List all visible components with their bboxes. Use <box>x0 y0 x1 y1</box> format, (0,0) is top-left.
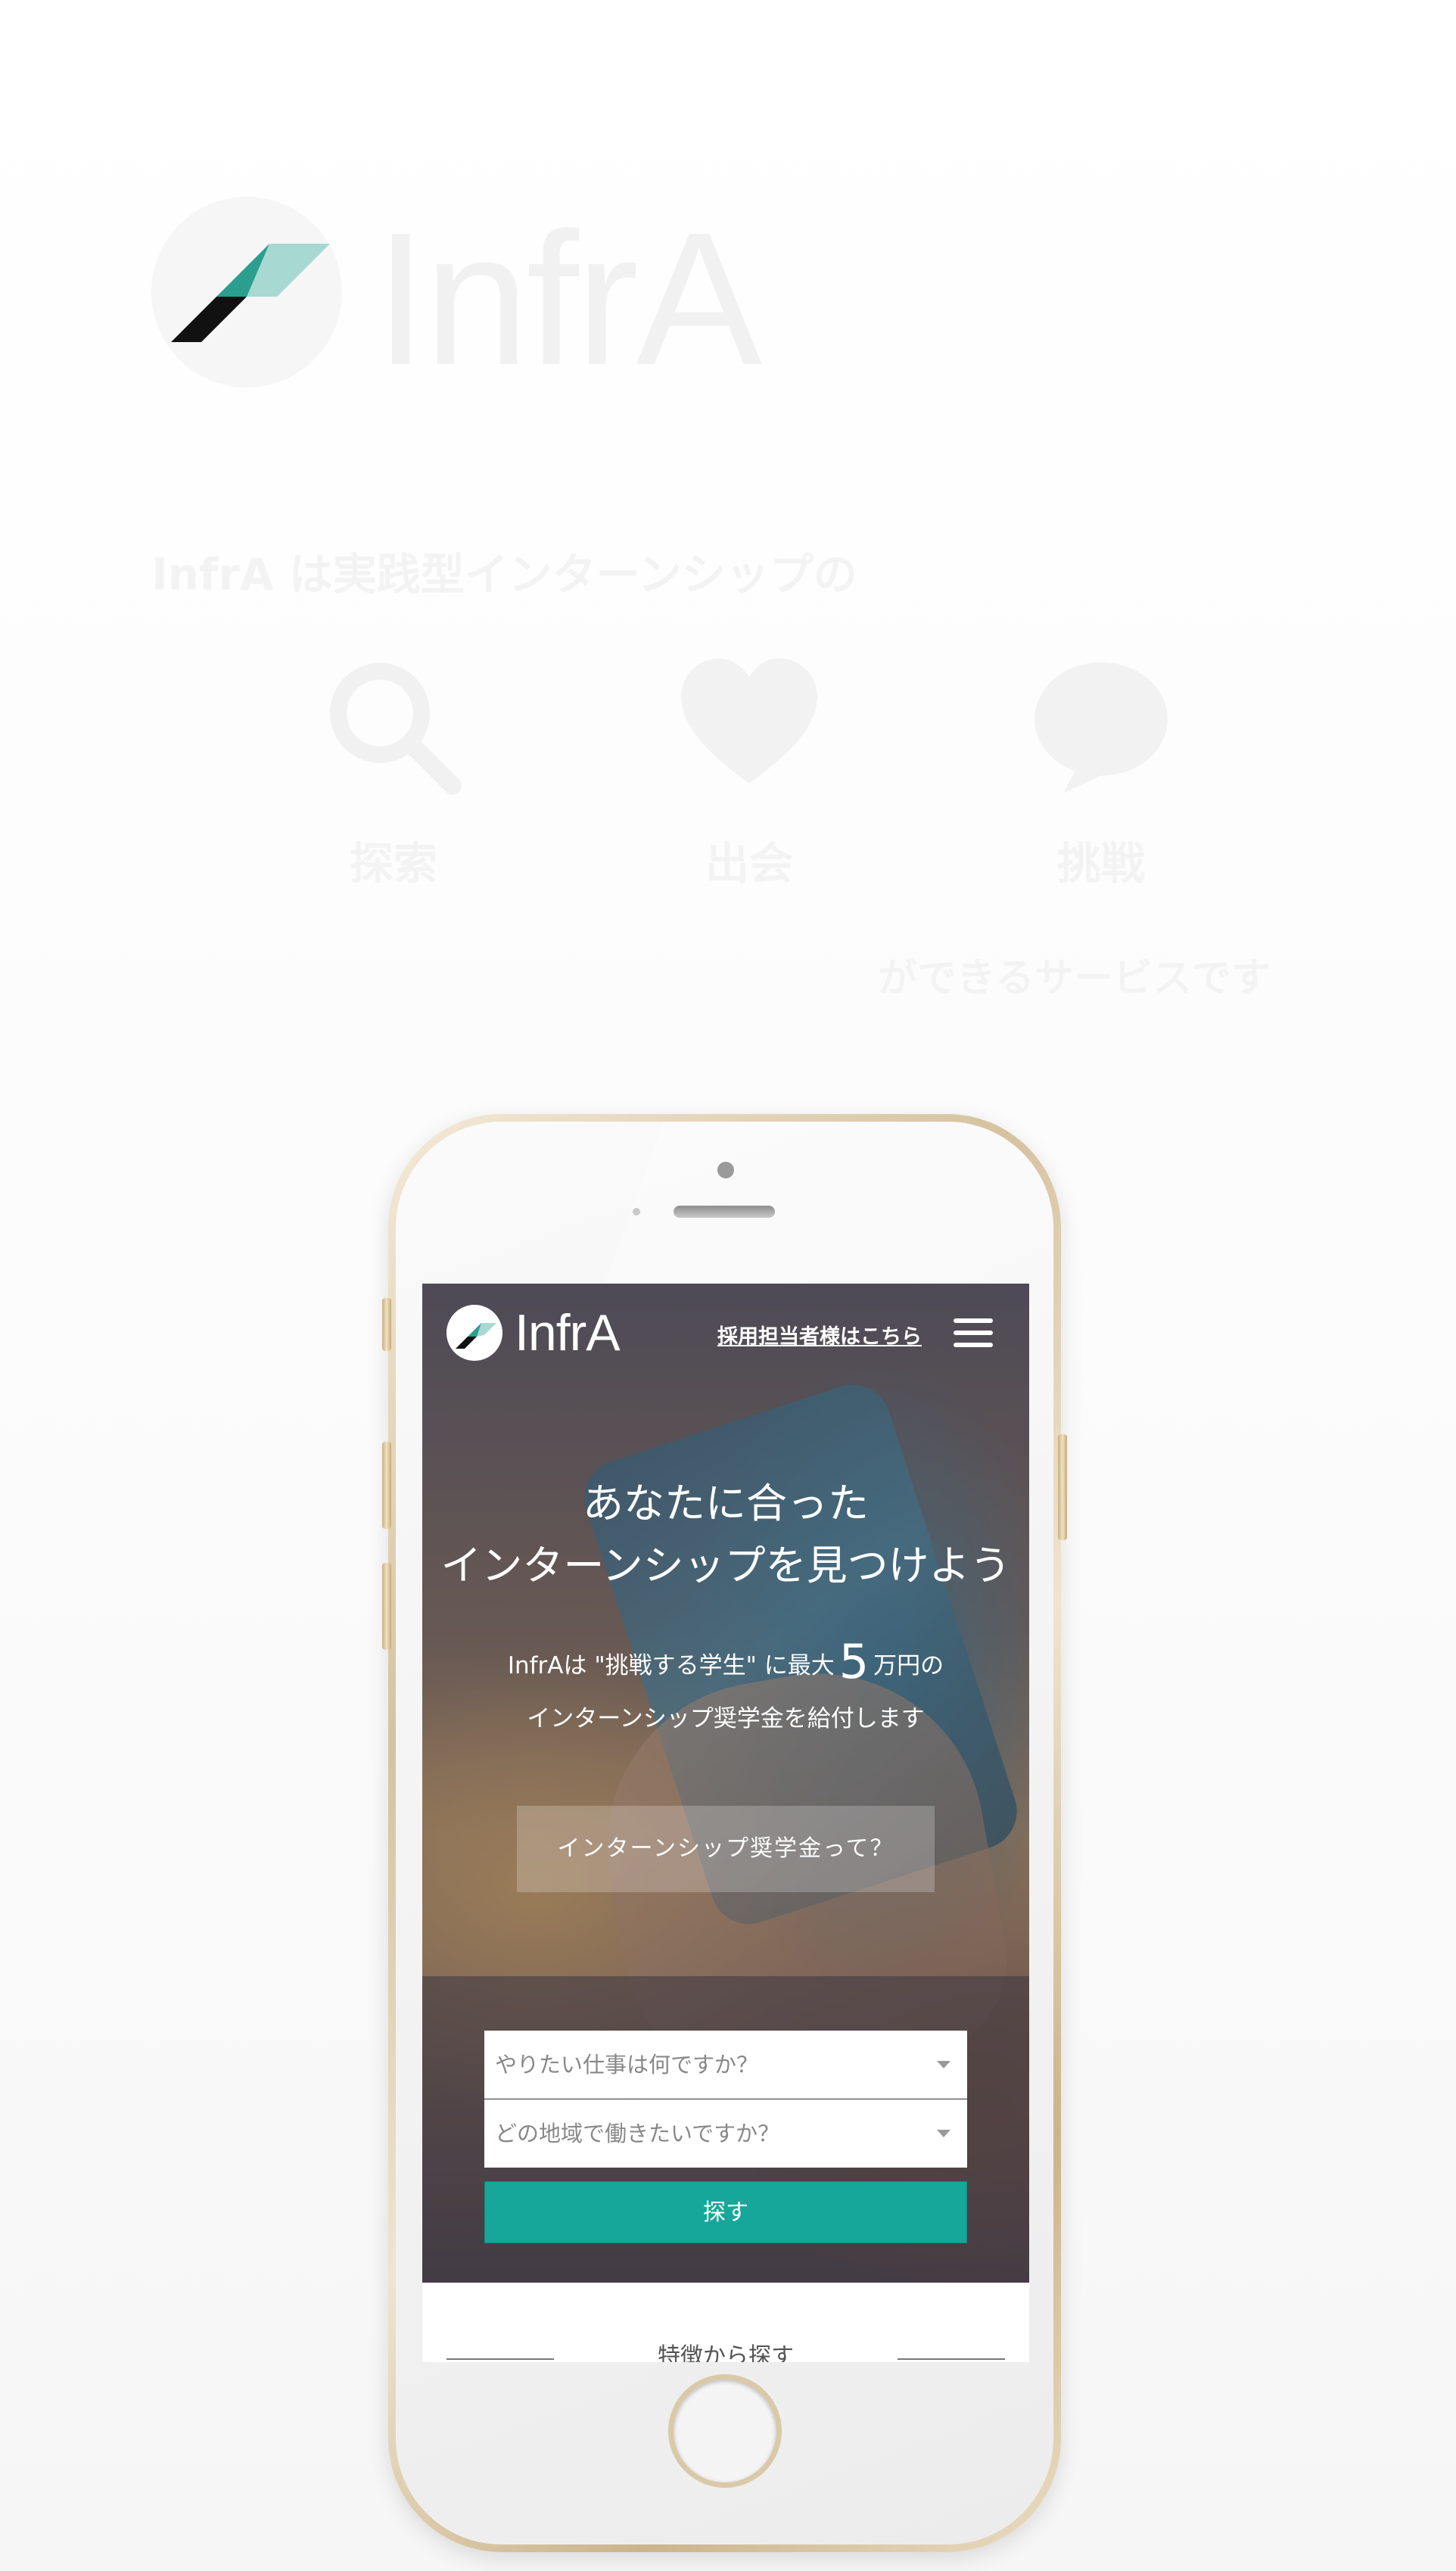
features-section-header: 特徴から探す <box>422 2283 1029 2362</box>
home-button[interactable] <box>668 2374 782 2488</box>
hero-headline: あなたに合った インターンシップを見つけよう <box>422 1473 1029 1597</box>
search-button[interactable]: 探す <box>484 2181 967 2243</box>
scholarship-amount: 5 <box>838 1634 870 1689</box>
site-header: InfrA 採用担当者様はこちら <box>422 1284 1029 1382</box>
background-feature-label: 出会 <box>705 838 793 889</box>
hero-subtext-suffix: 万円の <box>873 1652 944 1679</box>
caret-down-icon <box>937 2130 950 2137</box>
hero-headline-line-1: あなたに合った <box>583 1480 869 1527</box>
area-select-placeholder: どの地域で働きたいですか？ <box>495 2121 780 2146</box>
logo-circle <box>446 1305 502 1361</box>
divider-right <box>898 2358 1005 2360</box>
background-logo: InfrA <box>151 197 832 447</box>
background-feature-bulb: 挑戦 <box>1025 658 1177 892</box>
hero-headline-line-2: インターンシップを見つけよう <box>440 1542 1011 1589</box>
search-icon <box>330 663 462 795</box>
hero-subtext: InfrAは "挑戦する学生" に最大5 万円の インターンシップ奨学金を給付しま… <box>422 1636 1029 1745</box>
hamburger-icon[interactable] <box>954 1318 993 1349</box>
infra-logo-mark-icon <box>456 1323 496 1349</box>
power-button <box>1058 1434 1067 1540</box>
background-closing: ができるサービスです <box>878 956 1271 1001</box>
hero-subtext-line-1: InfrAは "挑戦する学生" に最大5 万円の <box>422 1636 1029 1692</box>
background-feature-heart: 出会 <box>674 658 825 892</box>
infra-logo-mark-icon <box>171 244 330 342</box>
hero-section: InfrA 採用担当者様はこちら あなたに合った インターンシップを見つけよう … <box>422 1284 1029 2283</box>
phone-screen: InfrA 採用担当者様はこちら あなたに合った インターンシップを見つけよう … <box>422 1284 1029 2362</box>
background-feature-label: 挑戦 <box>1056 838 1145 889</box>
recruiter-link[interactable]: 採用担当者様はこちら <box>717 1320 922 1349</box>
background-feature-search: 探索 <box>318 658 469 892</box>
background-tagline: InfrA は実践型インターンシップの <box>151 549 857 600</box>
volume-up-button <box>382 1442 391 1529</box>
logo-wordmark: InfrA <box>515 1304 621 1362</box>
caret-down-icon <box>937 2061 950 2068</box>
background-wordmark: InfrA <box>375 193 762 404</box>
background-feature-label: 探索 <box>349 838 437 889</box>
job-type-select[interactable]: やりたい仕事は何ですか？ <box>484 2031 967 2099</box>
bulb-icon <box>1034 662 1168 793</box>
area-select[interactable]: どの地域で働きたいですか？ <box>484 2099 967 2168</box>
front-camera <box>717 1162 734 1178</box>
hero-subtext-prefix: InfrAは "挑戦する学生" に最大 <box>507 1652 835 1679</box>
proximity-sensor <box>633 1208 640 1215</box>
mute-switch <box>382 1298 391 1351</box>
job-type-select-placeholder: やりたい仕事は何ですか？ <box>495 2052 759 2078</box>
hero-subtext-line-2: インターンシップ奨学金を給付します <box>527 1705 925 1732</box>
heart-icon <box>681 658 817 783</box>
scholarship-info-button[interactable]: インターンシップ奨学金って？ <box>517 1806 935 1892</box>
site-logo[interactable]: InfrA <box>446 1303 621 1363</box>
volume-down-button <box>382 1563 391 1650</box>
earpiece-speaker <box>674 1206 775 1218</box>
